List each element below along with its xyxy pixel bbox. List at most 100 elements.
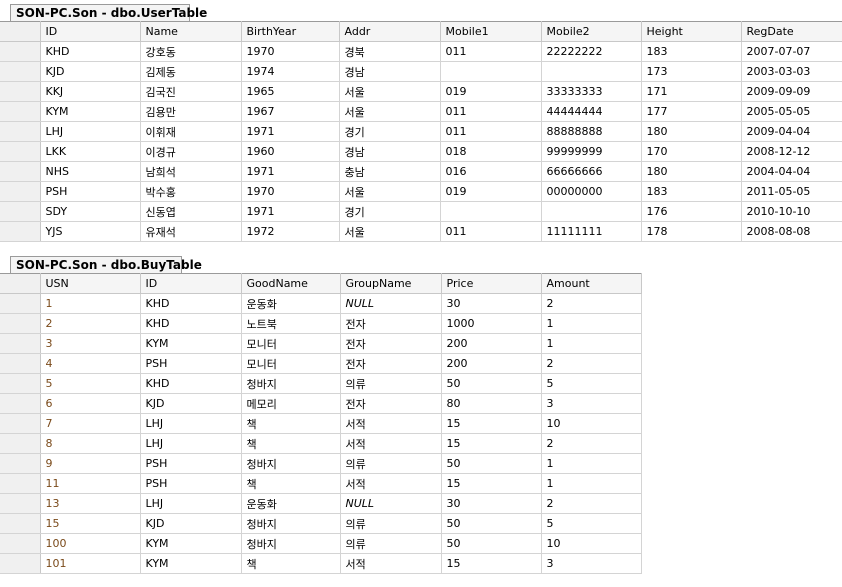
row-selector[interactable] (0, 513, 41, 534)
cell-name[interactable]: 김국진 (140, 81, 242, 102)
column-header-id[interactable]: ID (140, 273, 242, 294)
cell-goodname[interactable]: 메모리 (241, 393, 341, 414)
cell-id[interactable]: KHD (140, 313, 242, 334)
cell-goodname[interactable]: 책 (241, 433, 341, 454)
cell-amount[interactable]: 3 (541, 553, 642, 574)
cell-name[interactable]: 이경규 (140, 141, 242, 162)
table-row[interactable]: 4 PSH 모니터 전자 200 2 (0, 353, 642, 374)
table-row[interactable]: KKJ 김국진 1965 서울 019 33333333 171 2009-09-09 (0, 81, 842, 102)
cell-regdate[interactable]: 2003-03-03 (741, 61, 842, 82)
cell-mobile1[interactable]: 018 (440, 141, 542, 162)
cell-usn[interactable]: 7 (40, 413, 141, 434)
cell-id[interactable]: PSH (140, 353, 242, 374)
cell-goodname[interactable]: 청바지 (241, 513, 341, 534)
cell-addr[interactable]: 경기 (339, 121, 441, 142)
cell-price[interactable]: 30 (441, 493, 542, 514)
cell-addr[interactable]: 충남 (339, 161, 441, 182)
cell-groupname[interactable]: 의류 (340, 513, 442, 534)
cell-id[interactable]: KKJ (40, 81, 141, 102)
cell-name[interactable]: 김용만 (140, 101, 242, 122)
cell-mobile1[interactable]: 011 (440, 221, 542, 242)
table-row[interactable]: 11 PSH 책 서적 15 1 (0, 473, 642, 494)
cell-addr[interactable]: 서울 (339, 81, 441, 102)
table-row[interactable]: 5 KHD 청바지 의류 50 5 (0, 373, 642, 394)
cell-price[interactable]: 1000 (441, 313, 542, 334)
table-row[interactable]: 1 KHD 운동화 NULL 30 2 (0, 293, 642, 314)
cell-amount[interactable]: 1 (541, 313, 642, 334)
column-header-birthyear[interactable]: BirthYear (241, 21, 340, 42)
cell-amount[interactable]: 2 (541, 353, 642, 374)
table-row[interactable]: 15 KJD 청바지 의류 50 5 (0, 513, 642, 534)
table-row[interactable]: 7 LHJ 책 서적 15 10 (0, 413, 642, 434)
cell-id[interactable]: KJD (40, 61, 141, 82)
row-selector[interactable] (0, 373, 41, 394)
cell-price[interactable]: 15 (441, 413, 542, 434)
table-row[interactable]: 8 LHJ 책 서적 15 2 (0, 433, 642, 454)
cell-mobile2[interactable]: 22222222 (541, 41, 642, 62)
cell-height[interactable]: 183 (641, 41, 742, 62)
cell-amount[interactable]: 5 (541, 373, 642, 394)
cell-price[interactable]: 200 (441, 333, 542, 354)
cell-addr[interactable]: 경남 (339, 141, 441, 162)
cell-name[interactable]: 김제동 (140, 61, 242, 82)
row-selector[interactable] (0, 41, 41, 62)
cell-groupname[interactable]: 의류 (340, 373, 442, 394)
cell-usn[interactable]: 15 (40, 513, 141, 534)
cell-amount[interactable]: 2 (541, 293, 642, 314)
cell-groupname[interactable]: 전자 (340, 353, 442, 374)
column-header-mobile2[interactable]: Mobile2 (541, 21, 642, 42)
row-selector[interactable] (0, 161, 41, 182)
cell-groupname[interactable]: 서적 (340, 553, 442, 574)
cell-mobile2[interactable]: 88888888 (541, 121, 642, 142)
table-row[interactable]: PSH 박수홍 1970 서울 019 00000000 183 2011-05-05 (0, 181, 842, 202)
cell-birthyear[interactable]: 1970 (241, 41, 340, 62)
tab-buytable[interactable]: SON-PC.Son - dbo.BuyTable (10, 256, 202, 273)
cell-amount[interactable]: 1 (541, 333, 642, 354)
cell-mobile2[interactable] (541, 201, 642, 222)
cell-birthyear[interactable]: 1971 (241, 161, 340, 182)
cell-goodname[interactable]: 책 (241, 473, 341, 494)
cell-mobile1[interactable] (440, 61, 542, 82)
cell-id[interactable]: KYM (140, 553, 242, 574)
row-selector[interactable] (0, 393, 41, 414)
cell-regdate[interactable]: 2009-09-09 (741, 81, 842, 102)
cell-regdate[interactable]: 2007-07-07 (741, 41, 842, 62)
tab-usertable[interactable]: SON-PC.Son - dbo.UserTable (10, 4, 207, 21)
cell-usn[interactable]: 4 (40, 353, 141, 374)
cell-height[interactable]: 173 (641, 61, 742, 82)
cell-height[interactable]: 178 (641, 221, 742, 242)
table-row[interactable]: LHJ 이휘재 1971 경기 011 88888888 180 2009-04-04 (0, 121, 842, 142)
cell-usn[interactable]: 11 (40, 473, 141, 494)
cell-goodname[interactable]: 운동화 (241, 293, 341, 314)
cell-amount[interactable]: 1 (541, 473, 642, 494)
cell-price[interactable]: 30 (441, 293, 542, 314)
cell-usn[interactable]: 100 (40, 533, 141, 554)
table-row[interactable]: NHS 남희석 1971 충남 016 66666666 180 2004-04-04 (0, 161, 842, 182)
cell-mobile2[interactable]: 00000000 (541, 181, 642, 202)
cell-id[interactable]: PSH (40, 181, 141, 202)
cell-id[interactable]: LHJ (40, 121, 141, 142)
cell-usn[interactable]: 5 (40, 373, 141, 394)
cell-id[interactable]: LKK (40, 141, 141, 162)
row-selector[interactable] (0, 141, 41, 162)
column-header-groupname[interactable]: GroupName (340, 273, 442, 294)
table-row[interactable]: SDY 신동엽 1971 경기 176 2010-10-10 (0, 201, 842, 222)
row-selector[interactable] (0, 333, 41, 354)
row-selector-corner[interactable] (0, 21, 41, 42)
row-selector-corner[interactable] (0, 273, 41, 294)
row-selector[interactable] (0, 433, 41, 454)
cell-goodname[interactable]: 모니터 (241, 333, 341, 354)
cell-mobile1[interactable]: 011 (440, 121, 542, 142)
cell-id[interactable]: KHD (140, 293, 242, 314)
row-selector[interactable] (0, 201, 41, 222)
cell-usn[interactable]: 3 (40, 333, 141, 354)
cell-groupname[interactable]: NULL (340, 493, 442, 514)
cell-id[interactable]: LHJ (140, 433, 242, 454)
cell-regdate[interactable]: 2005-05-05 (741, 101, 842, 122)
cell-price[interactable]: 200 (441, 353, 542, 374)
cell-groupname[interactable]: 서적 (340, 433, 442, 454)
cell-amount[interactable]: 10 (541, 413, 642, 434)
cell-amount[interactable]: 3 (541, 393, 642, 414)
cell-birthyear[interactable]: 1960 (241, 141, 340, 162)
cell-birthyear[interactable]: 1971 (241, 121, 340, 142)
